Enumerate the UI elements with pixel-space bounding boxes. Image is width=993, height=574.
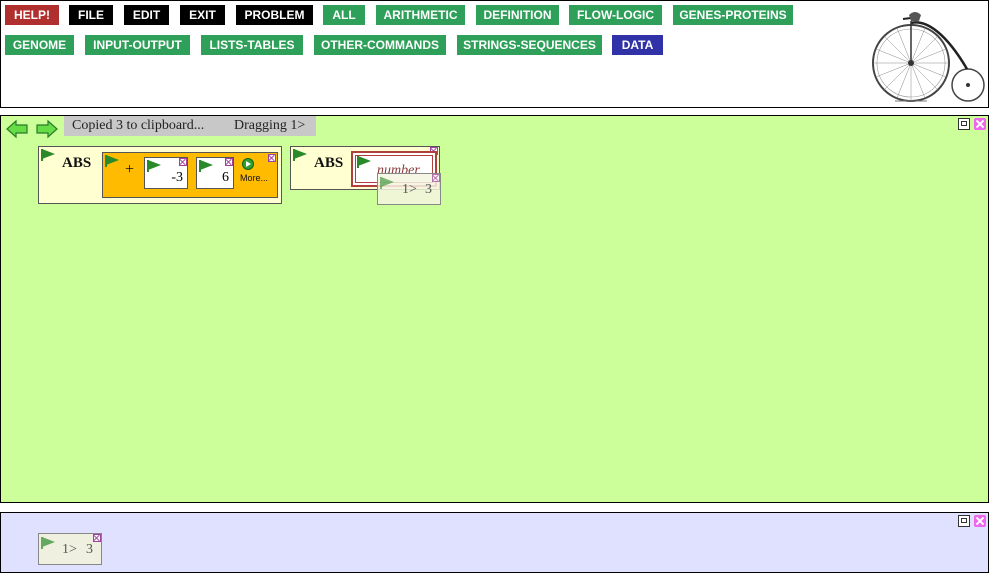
- forward-arrow-icon[interactable]: [35, 119, 59, 139]
- argument-box[interactable]: 6: [196, 157, 234, 189]
- flag-icon[interactable]: [41, 149, 55, 161]
- plus-block[interactable]: + -3 6 More...: [102, 152, 278, 198]
- flag-icon[interactable]: [41, 537, 55, 549]
- back-arrow-icon[interactable]: [5, 119, 29, 139]
- top-menu-bar: HELP! FILE EDIT EXIT PROBLEM ALL ARITHME…: [0, 0, 989, 108]
- argument-box[interactable]: -3: [144, 157, 188, 189]
- flag-icon[interactable]: [147, 160, 161, 172]
- dragged-item[interactable]: 1> 3: [377, 173, 441, 205]
- penny-farthing-logo: [872, 12, 985, 102]
- delete-icon[interactable]: [268, 154, 276, 162]
- category-genome[interactable]: GENOME: [5, 35, 74, 55]
- minimize-icon[interactable]: [958, 118, 970, 130]
- flag-icon[interactable]: [357, 156, 371, 168]
- more-link[interactable]: More...: [240, 173, 268, 183]
- argument-value[interactable]: -3: [171, 170, 183, 186]
- category-all[interactable]: ALL: [323, 5, 365, 25]
- close-icon[interactable]: [974, 515, 986, 527]
- category-other-commands[interactable]: OTHER-COMMANDS: [314, 35, 446, 55]
- drag-prefix: 1>: [402, 182, 417, 197]
- file-menu-button[interactable]: FILE: [69, 5, 113, 25]
- argument-value[interactable]: 6: [222, 170, 229, 186]
- abs-keyword: ABS: [62, 155, 92, 171]
- problem-button[interactable]: PROBLEM: [236, 5, 313, 25]
- category-lists-tables[interactable]: LISTS-TABLES: [201, 35, 303, 55]
- category-data[interactable]: DATA: [612, 35, 663, 55]
- clipboard-panel[interactable]: 1> 3: [0, 512, 989, 573]
- workspace-canvas[interactable]: Copied 3 to clipboard... Dragging 1> ABS…: [0, 115, 989, 503]
- category-strings-sequences[interactable]: STRINGS-SEQUENCES: [457, 35, 602, 55]
- help-button[interactable]: HELP!: [5, 5, 59, 25]
- abs-keyword: ABS: [314, 155, 344, 171]
- category-genes-proteins[interactable]: GENES-PROTEINS: [673, 5, 793, 25]
- flag-icon[interactable]: [293, 149, 307, 161]
- edit-menu-button[interactable]: EDIT: [124, 5, 169, 25]
- clipboard-item-value: 3: [86, 542, 93, 557]
- delete-icon[interactable]: [179, 158, 187, 166]
- flag-icon[interactable]: [380, 177, 394, 189]
- category-arithmetic[interactable]: ARITHMETIC: [376, 5, 465, 25]
- flag-icon[interactable]: [105, 155, 119, 167]
- close-icon[interactable]: [974, 118, 986, 130]
- exit-button[interactable]: EXIT: [180, 5, 225, 25]
- delete-icon[interactable]: [93, 534, 101, 542]
- minimize-icon[interactable]: [958, 515, 970, 527]
- status-copied-text: Copied 3 to clipboard...: [72, 118, 205, 133]
- status-bar: Copied 3 to clipboard... Dragging 1>: [64, 116, 316, 136]
- category-definition[interactable]: DEFINITION: [476, 5, 559, 25]
- category-input-output[interactable]: INPUT-OUTPUT: [85, 35, 190, 55]
- plus-operator: +: [125, 161, 135, 178]
- delete-icon[interactable]: [225, 158, 233, 166]
- drag-value: 3: [425, 182, 432, 197]
- play-icon[interactable]: [242, 158, 254, 170]
- delete-icon[interactable]: [432, 174, 440, 182]
- flag-icon[interactable]: [199, 160, 213, 172]
- category-flow-logic[interactable]: FLOW-LOGIC: [569, 5, 662, 25]
- abs-block[interactable]: ABS + -3 6 More...: [38, 146, 282, 204]
- status-dragging-text: Dragging 1>: [234, 118, 306, 133]
- clipboard-item-prefix: 1>: [62, 542, 77, 557]
- clipboard-item[interactable]: 1> 3: [38, 533, 102, 565]
